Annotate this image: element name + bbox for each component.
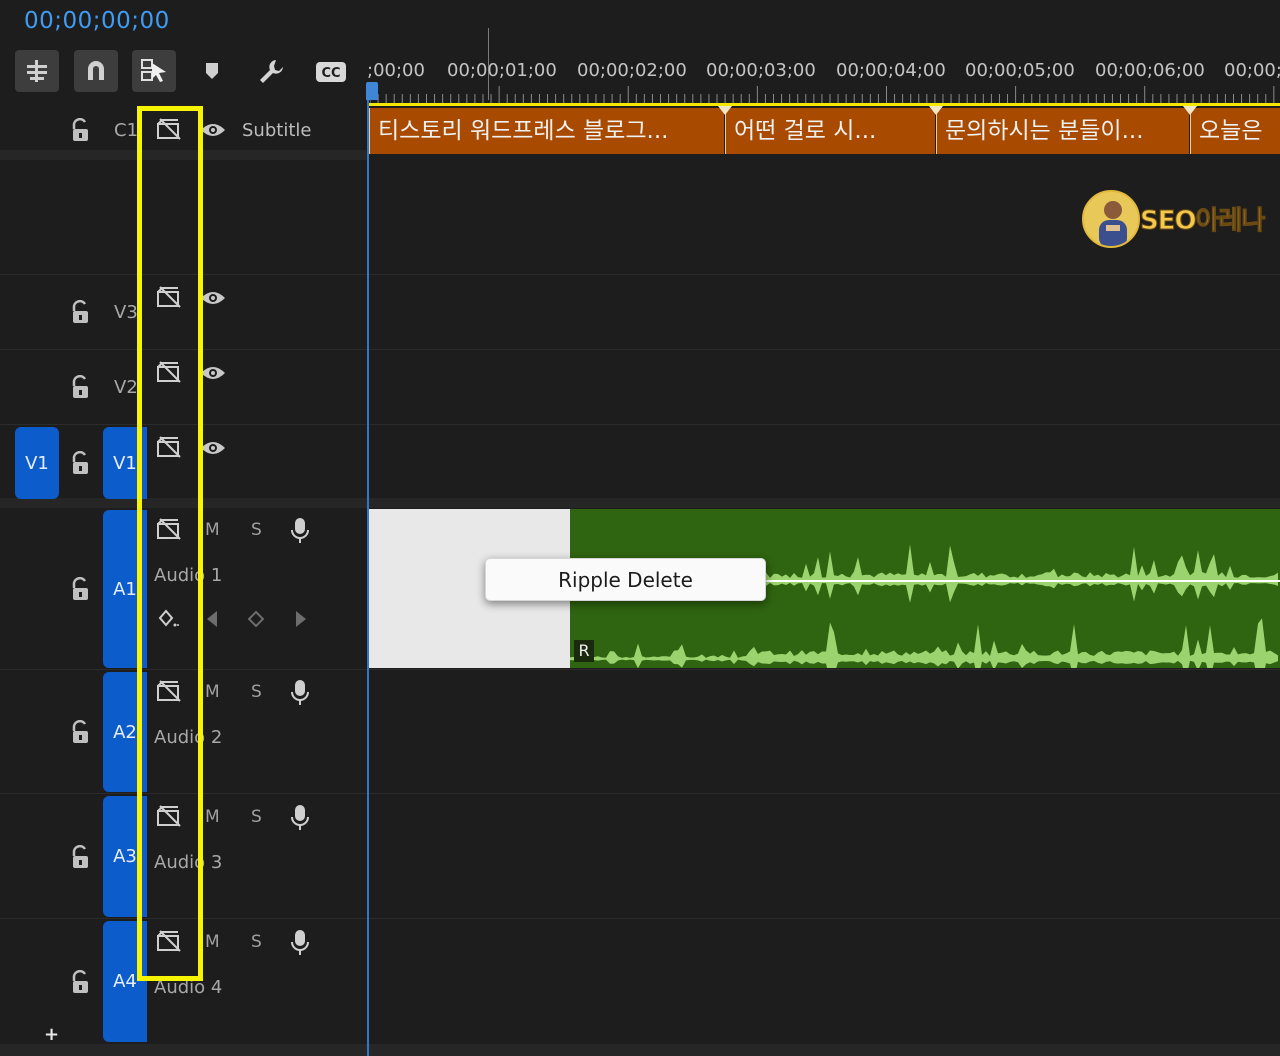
microphone-icon <box>291 805 309 830</box>
eye-icon <box>201 367 225 379</box>
eye-icon <box>201 124 225 136</box>
cc-label: CC <box>321 66 340 81</box>
mute-button-a1[interactable]: M <box>205 520 220 540</box>
ruler-label: 00;00;05;00 <box>965 60 1075 81</box>
lock-track-c1[interactable] <box>70 117 92 146</box>
timecode-display[interactable]: 00;00;00;00 <box>24 8 170 34</box>
voiceover-record-a2[interactable] <box>290 679 310 711</box>
microphone-icon <box>291 518 309 543</box>
work-area-bar[interactable] <box>369 103 1280 106</box>
lock-track-a1[interactable] <box>70 576 92 605</box>
lock-track-v3[interactable] <box>70 299 92 328</box>
caption-clip[interactable]: 문의하시는 분들이... <box>936 108 1189 154</box>
toggle-output-c1[interactable] <box>200 121 226 143</box>
lock-track-v2[interactable] <box>70 374 92 403</box>
time-ruler[interactable] <box>370 86 1280 104</box>
add-keyframe-a1[interactable] <box>247 610 265 631</box>
solo-button-a4[interactable]: S <box>251 932 262 952</box>
captions-icon: CC <box>316 62 346 82</box>
unlock-icon <box>72 374 88 398</box>
ruler-label: 00;00;04;00 <box>836 60 946 81</box>
linked-selection-icon <box>141 59 166 82</box>
captions-button[interactable]: CC <box>315 61 347 87</box>
unlock-icon <box>72 576 88 600</box>
timeline-scrollbar[interactable] <box>0 1044 1280 1056</box>
ruler-label: 00;00; <box>1224 60 1280 81</box>
ruler-label: 00;00;06;00 <box>1095 60 1205 81</box>
source-patch-v1[interactable]: V1 <box>15 427 59 499</box>
lock-track-a4[interactable] <box>70 969 92 998</box>
ruler-label: ;00;00 <box>367 60 425 81</box>
timeline-settings-button[interactable] <box>257 58 285 90</box>
insert-nest-button[interactable] <box>15 50 59 92</box>
unlock-icon <box>72 299 88 323</box>
caption-clip[interactable]: 티스토리 워드프레스 블로그... <box>369 108 724 154</box>
watermark-text: SEO아레나 <box>1139 206 1265 237</box>
voiceover-record-a4[interactable] <box>290 929 310 961</box>
add-marker-button[interactable] <box>204 62 220 84</box>
caption-boundary-marker <box>1183 106 1197 115</box>
marker-icon <box>206 63 218 79</box>
solo-button-a1[interactable]: S <box>251 520 262 540</box>
unlock-icon <box>72 450 88 474</box>
solo-button-a3[interactable]: S <box>251 807 262 827</box>
lock-track-v1[interactable] <box>70 450 92 479</box>
render-badge: R <box>574 640 594 662</box>
prev-keyframe-a1[interactable] <box>205 610 219 632</box>
mute-button-a3[interactable]: M <box>205 807 220 827</box>
playhead-line[interactable] <box>367 100 369 1056</box>
keyframe-diamond-icon <box>247 610 265 628</box>
mute-button-a4[interactable]: M <box>205 932 220 952</box>
unlock-icon <box>72 719 88 743</box>
track-label-v2[interactable]: V2 <box>114 377 138 398</box>
caption-boundary-marker <box>929 106 943 115</box>
voiceover-record-a1[interactable] <box>290 517 310 549</box>
mute-button-a2[interactable]: M <box>205 682 220 702</box>
ruler-label: 00;00;03;00 <box>706 60 816 81</box>
toggle-output-v3[interactable] <box>200 289 226 311</box>
snap-magnet-icon <box>88 61 104 80</box>
eye-icon <box>201 442 225 454</box>
toggle-output-v2[interactable] <box>200 364 226 386</box>
ruler-label: 00;00;02;00 <box>577 60 687 81</box>
microphone-icon <box>291 930 309 955</box>
caption-clip[interactable]: 어떤 걸로 시... <box>725 108 935 154</box>
highlight-annotation-box <box>137 106 203 981</box>
solo-button-a2[interactable]: S <box>251 682 262 702</box>
snap-button[interactable] <box>74 50 118 92</box>
microphone-icon <box>291 680 309 705</box>
caption-track-name: Subtitle <box>242 120 312 141</box>
eye-icon <box>201 292 225 304</box>
triangle-left-icon <box>207 611 217 627</box>
lock-track-a3[interactable] <box>70 844 92 873</box>
unlock-icon <box>72 117 88 141</box>
playhead-handle[interactable] <box>366 82 378 100</box>
ruler-label: 00;00;01;00 <box>447 60 557 81</box>
voiceover-record-a3[interactable] <box>290 804 310 836</box>
insert-nest-icon <box>27 60 47 82</box>
caption-clip[interactable]: 오늘은 <box>1190 108 1280 154</box>
unlock-icon <box>72 969 88 993</box>
triangle-right-icon <box>296 611 306 627</box>
toggle-output-v1[interactable] <box>200 439 226 461</box>
context-menu-ripple-delete[interactable]: Ripple Delete <box>485 558 766 601</box>
add-track-button[interactable]: + <box>44 1024 59 1045</box>
caption-boundary-marker <box>718 106 732 115</box>
next-keyframe-a1[interactable] <box>294 610 308 632</box>
track-label-v3[interactable]: V3 <box>114 302 138 323</box>
track-label-c1[interactable]: C1 <box>114 120 138 141</box>
watermark-avatar <box>1082 190 1140 248</box>
lock-track-a2[interactable] <box>70 719 92 748</box>
linked-selection-button[interactable] <box>132 50 176 92</box>
wrench-icon <box>260 60 283 83</box>
unlock-icon <box>72 844 88 868</box>
